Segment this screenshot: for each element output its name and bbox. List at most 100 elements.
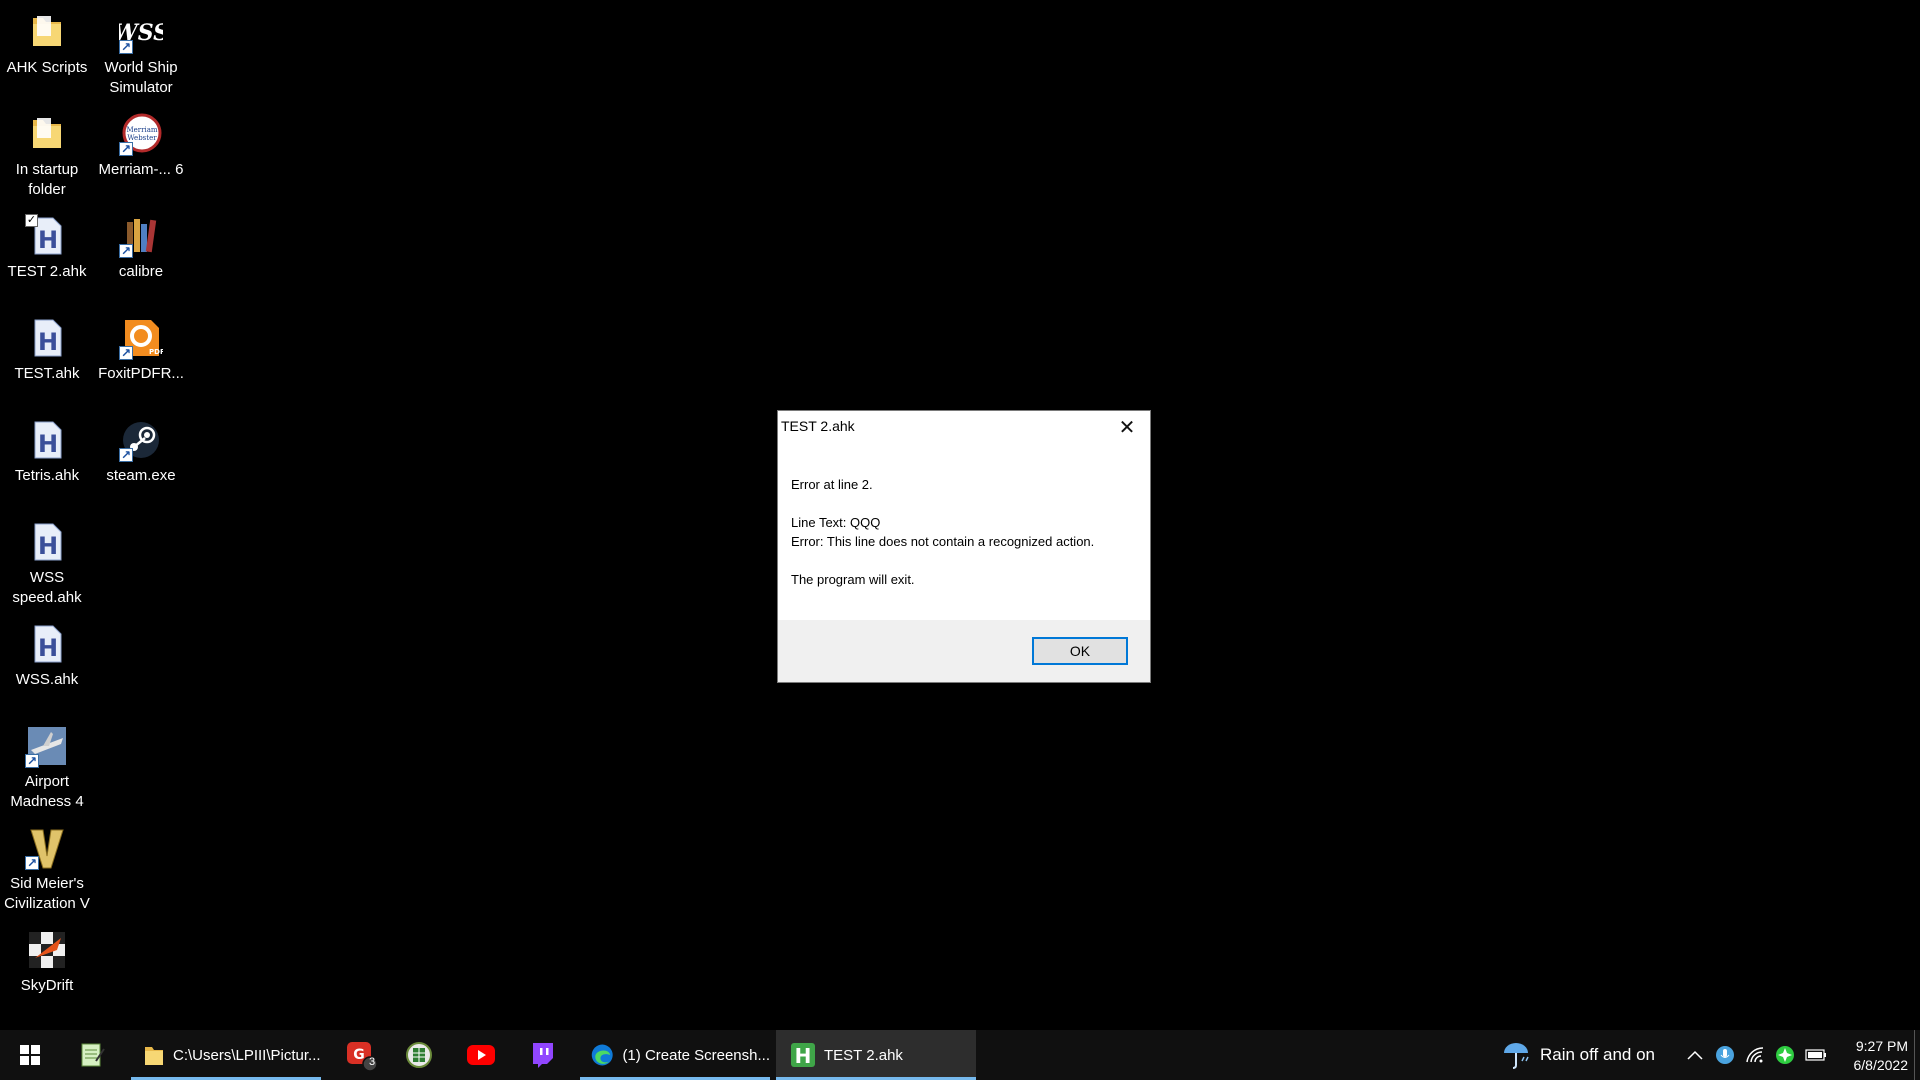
- desktop-icon-ahk-scripts[interactable]: AHK Scripts: [0, 4, 94, 78]
- svg-text:PDF: PDF: [149, 348, 163, 356]
- desktop-icon-test-ahk[interactable]: H TEST.ahk: [0, 310, 94, 384]
- ahk-file-icon: H ✓: [25, 214, 69, 258]
- desktop-icon-label: WSS.ahk: [15, 671, 79, 688]
- taskbar-youtube[interactable]: [458, 1030, 504, 1080]
- show-hidden-icons-button[interactable]: [1682, 1030, 1708, 1080]
- taskbar-notepad[interactable]: [70, 1030, 114, 1080]
- svg-text:H: H: [38, 226, 58, 254]
- desktop-icon-label: Merriam-... 6: [98, 161, 184, 178]
- desktop-icon-label: In startup folder: [15, 161, 79, 198]
- shortcut-arrow-icon: [25, 853, 39, 873]
- gmail-badge: 3: [368, 1056, 376, 1068]
- shortcut-arrow-icon: [119, 343, 133, 363]
- folder-icon: [25, 112, 69, 156]
- desktop-icon-label: Tetris.ahk: [14, 467, 80, 484]
- civilization-icon: [25, 826, 69, 873]
- app-tray-button[interactable]: [1772, 1030, 1798, 1080]
- clock-time: 9:27 PM: [1855, 1037, 1908, 1054]
- ahk-file-icon: H: [25, 622, 69, 666]
- youtube-icon: [467, 1045, 495, 1065]
- dialog-message: Error at line 2. Line Text: QQQ Error: T…: [791, 475, 1140, 589]
- svg-text:G: G: [353, 1047, 365, 1063]
- taskbar-file-explorer[interactable]: C:\Users\LPIII\Pictur...: [131, 1030, 321, 1080]
- ahk-file-icon: H: [25, 316, 69, 360]
- desktop-icon-label: AHK Scripts: [6, 59, 88, 76]
- start-button[interactable]: [0, 1030, 60, 1080]
- weather-widget[interactable]: Rain off and on: [1500, 1030, 1672, 1080]
- desktop-icon-skydrift[interactable]: SkyDrift: [0, 922, 94, 996]
- notepad-icon: [81, 1043, 105, 1067]
- wss-app-icon: WSS: [113, 10, 169, 57]
- desktop-icon-airport-madness-4[interactable]: Airport Madness 4: [0, 718, 94, 812]
- spreadsheet-app-icon: [406, 1042, 432, 1068]
- svg-text:H: H: [38, 328, 58, 356]
- desktop-icon-wss-speed-ahk[interactable]: H WSS speed.ahk: [0, 514, 94, 608]
- close-button[interactable]: ✕: [1104, 411, 1150, 443]
- svg-text:H: H: [38, 532, 58, 560]
- dialog-title: TEST 2.ahk: [781, 418, 855, 434]
- desktop-icon-label: SkyDrift: [20, 977, 74, 994]
- desktop-icon-wss-ahk[interactable]: H WSS.ahk: [0, 616, 94, 690]
- desktop-icon-label: TEST 2.ahk: [7, 263, 87, 280]
- desktop-icon-label: calibre: [118, 263, 164, 280]
- battery-tray-button[interactable]: [1802, 1030, 1830, 1080]
- taskbar-gmail[interactable]: G 3: [336, 1030, 386, 1080]
- close-icon: ✕: [1118, 416, 1136, 439]
- windows-icon: [20, 1045, 40, 1065]
- dialog-titlebar[interactable]: TEST 2.ahk ✕: [778, 411, 1150, 443]
- foxit-pdf-icon: PDF: [119, 316, 165, 363]
- clock-date: 6/8/2022: [1853, 1056, 1909, 1073]
- dialog-footer: OK: [778, 620, 1150, 682]
- wifi-icon: [1746, 1047, 1764, 1063]
- error-dialog: TEST 2.ahk ✕ Error at line 2. Line Text:…: [777, 410, 1151, 683]
- desktop-icon-foxit-pdf[interactable]: PDF FoxitPDFR...: [94, 310, 188, 384]
- taskbar: C:\Users\LPIII\Pictur... G 3 (1) Create …: [0, 1030, 1920, 1080]
- desktop-icon-world-ship-simulator[interactable]: WSS World Ship Simulator: [94, 4, 188, 98]
- desktop-icon-steam[interactable]: steam.exe: [94, 412, 188, 486]
- ahk-file-icon: H: [25, 418, 69, 462]
- desktop-icon-label: FoxitPDFR...: [98, 365, 184, 382]
- desktop-icon-test2-ahk[interactable]: H ✓ TEST 2.ahk: [0, 208, 94, 282]
- taskbar-ahk[interactable]: H TEST 2.ahk: [776, 1030, 976, 1080]
- umbrella-rain-icon: [1504, 1043, 1529, 1069]
- shortcut-arrow-icon: [119, 139, 133, 159]
- shortcut-arrow-icon: [119, 241, 133, 261]
- shortcut-arrow-icon: [119, 445, 133, 465]
- taskbar-edge-label: (1) Create Screensh...: [622, 1046, 770, 1064]
- shortcut-arrow-icon: [119, 37, 133, 57]
- desktop-icon-label: Airport Madness 4: [10, 773, 84, 810]
- network-tray-button[interactable]: [1742, 1030, 1768, 1080]
- airport-madness-icon: [25, 724, 69, 771]
- merriam-webster-icon: Merriam Webster: [119, 112, 163, 159]
- desktop-icon-civilization-v[interactable]: Sid Meier's Civilization V: [0, 820, 94, 914]
- taskbar-ahk-label: TEST 2.ahk: [824, 1046, 903, 1064]
- desktop-icon-calibre[interactable]: calibre: [94, 208, 188, 282]
- desktop-icon-merriam-webster[interactable]: Merriam Webster Merriam-... 6: [94, 106, 188, 180]
- microphone-tray-button[interactable]: [1712, 1030, 1738, 1080]
- error-line-text: Line Text: QQQ: [791, 515, 881, 530]
- desktop-icon-in-startup-folder[interactable]: In startup folder: [0, 106, 94, 200]
- desktop-icon-label: World Ship Simulator: [104, 59, 178, 96]
- svg-text:H: H: [38, 430, 58, 458]
- ahk-icon: H: [791, 1043, 815, 1068]
- calibre-icon: [119, 214, 163, 261]
- folder-icon: [145, 1047, 163, 1065]
- chevron-up-icon: [1687, 1050, 1703, 1060]
- show-desktop-button[interactable]: [1914, 1030, 1920, 1080]
- taskbar-edge[interactable]: (1) Create Screensh...: [580, 1030, 770, 1080]
- clock[interactable]: 9:27 PM 6/8/2022: [1830, 1030, 1909, 1080]
- svg-text:H: H: [795, 1044, 812, 1068]
- taskbar-explorer-label: C:\Users\LPIII\Pictur...: [173, 1046, 321, 1064]
- shortcut-arrow-icon: [25, 751, 39, 771]
- desktop-icon-label: Sid Meier's Civilization V: [4, 875, 90, 912]
- weather-text: Rain off and on: [1540, 1045, 1655, 1064]
- desktop-icon-tetris-ahk[interactable]: H Tetris.ahk: [0, 412, 94, 486]
- desktop-icon-label: steam.exe: [106, 467, 176, 484]
- steam-icon: [119, 418, 163, 465]
- taskbar-twitch[interactable]: [520, 1030, 566, 1080]
- ok-button[interactable]: OK: [1032, 637, 1128, 665]
- taskbar-sheets-app[interactable]: [396, 1030, 442, 1080]
- edge-icon: [591, 1044, 613, 1066]
- svg-text:H: H: [38, 634, 58, 662]
- folder-icon: [25, 10, 69, 54]
